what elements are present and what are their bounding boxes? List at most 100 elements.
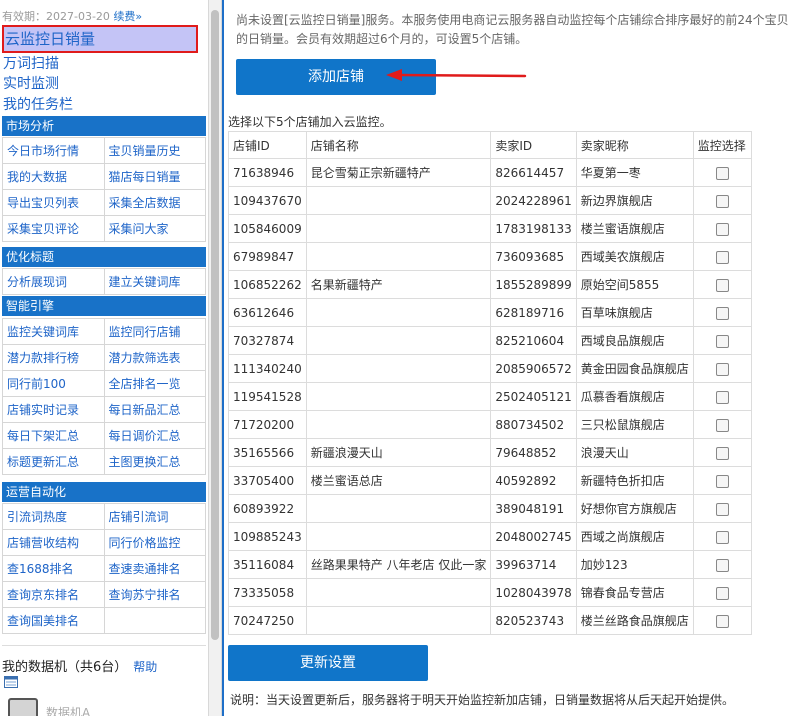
update-settings-button[interactable]: 更新设置 [228, 645, 428, 681]
renew-link[interactable]: 续费» [113, 10, 142, 23]
cell-monitor-select [692, 606, 752, 635]
menu-item[interactable]: 采集宝贝评论 [2, 215, 105, 242]
selection-hint: 选择以下5个店铺加入云监控。 [228, 115, 392, 129]
sidebar-scrollbar[interactable] [208, 0, 222, 716]
header-monitor-select: 监控选择 [692, 131, 752, 159]
cell-seller-nick: 楼兰蜜语旗舰店 [575, 214, 694, 243]
menu-item[interactable]: 猫店每日销量 [103, 163, 206, 190]
monitor-checkbox[interactable] [715, 194, 729, 208]
header-seller-nick: 卖家昵称 [575, 131, 694, 159]
menu-item[interactable]: 每日新品汇总 [103, 396, 206, 423]
monitor-checkbox[interactable] [715, 530, 729, 544]
footnote: 说明：当天设置更新后，服务器将于明天开始监控新加店铺，日销量数据将从后天起开始提… [230, 693, 735, 707]
cell-seller-id: 826614457 [490, 158, 577, 187]
menu-item[interactable]: 引流词热度 [2, 503, 105, 530]
sidebar-link-keyword-scan[interactable]: 万词扫描 [3, 53, 59, 73]
menu-item[interactable]: 宝贝销量历史 [103, 137, 206, 164]
menu-item[interactable]: 今日市场行情 [2, 137, 105, 164]
monitor-checkbox[interactable] [715, 390, 729, 404]
monitor-checkbox[interactable] [715, 418, 729, 432]
cell-seller-nick: 浪漫天山 [575, 438, 694, 467]
monitor-checkbox[interactable] [715, 446, 729, 460]
monitor-checkbox[interactable] [715, 306, 729, 320]
menu-item[interactable]: 建立关键词库 [103, 268, 206, 295]
menu-item[interactable]: 导出宝贝列表 [2, 189, 105, 216]
cell-seller-nick: 新疆特色折扣店 [575, 466, 694, 495]
cell-shop-name [305, 242, 492, 271]
menu-item[interactable]: 同行价格监控 [103, 529, 206, 556]
table-row: 71638946 昆仑雪菊正宗新疆特产 826614457 华夏第一枣 [228, 158, 752, 187]
menu-item[interactable]: 主图更换汇总 [103, 448, 206, 475]
cell-shop-id: 70247250 [228, 606, 307, 635]
menu-item[interactable]: 采集全店数据 [103, 189, 206, 216]
menu-item[interactable]: 店铺实时记录 [2, 396, 105, 423]
menu-item[interactable]: 查询京东排名 [2, 581, 105, 608]
menu-item[interactable]: 查速卖通排名 [103, 555, 206, 582]
menu-item[interactable]: 每日下架汇总 [2, 422, 105, 449]
monitor-checkbox[interactable] [715, 614, 729, 628]
monitor-checkbox[interactable] [715, 474, 729, 488]
expiry-info: 有效期：2027-03-20 续费» [2, 8, 142, 24]
cell-seller-id: 628189716 [490, 298, 577, 327]
data-machine-icon[interactable] [8, 698, 38, 716]
monitor-checkbox[interactable] [715, 166, 729, 180]
cell-seller-nick: 西域之尚旗舰店 [575, 522, 694, 551]
cell-monitor-select [692, 438, 752, 467]
sidebar-item-cloud-daily-sales[interactable]: 云监控日销量 [2, 25, 198, 53]
sidebar-link-my-taskbar[interactable]: 我的任务栏 [3, 94, 73, 114]
menu-item[interactable]: 采集问大家 [103, 215, 206, 242]
header-shop-name: 店铺名称 [305, 131, 492, 159]
cell-seller-nick: 黄金田园食品旗舰店 [575, 354, 694, 383]
menu-item[interactable]: 监控关键词库 [2, 318, 105, 345]
menu-item[interactable]: 潜力款筛选表 [103, 344, 206, 371]
cell-seller-id: 79648852 [490, 438, 577, 467]
table-row: 105846009 1783198133 楼兰蜜语旗舰店 [228, 214, 752, 243]
monitor-checkbox[interactable] [715, 502, 729, 516]
cell-monitor-select [692, 522, 752, 551]
menu-item[interactable]: 同行前100 [2, 370, 105, 397]
monitor-checkbox[interactable] [715, 334, 729, 348]
cell-shop-id: 60893922 [228, 494, 307, 523]
menu-item[interactable]: 我的大数据 [2, 163, 105, 190]
help-link[interactable]: 帮助 [133, 660, 157, 674]
table-row: 111340240 2085906572 黄金田园食品旗舰店 [228, 354, 752, 383]
calendar-icon[interactable] [4, 676, 18, 688]
cell-seller-nick: 新边界旗舰店 [575, 186, 694, 215]
menu-item[interactable]: 标题更新汇总 [2, 448, 105, 475]
scrollbar-thumb[interactable] [211, 10, 219, 640]
menu-item[interactable]: 查1688排名 [2, 555, 105, 582]
monitor-checkbox[interactable] [715, 250, 729, 264]
cell-shop-id: 67989847 [228, 242, 307, 271]
divider [2, 645, 206, 646]
cell-shop-id: 35165566 [228, 438, 307, 467]
cell-seller-nick: 楼兰丝路食品旗舰店 [575, 606, 694, 635]
table-row: 33705400 楼兰蜜语总店 40592892 新疆特色折扣店 [228, 466, 752, 495]
cell-shop-id: 109885243 [228, 522, 307, 551]
menu-item[interactable]: 全店排名一览 [103, 370, 206, 397]
menu-item[interactable]: 分析展现词 [2, 268, 105, 295]
menu-item[interactable]: 每日调价汇总 [103, 422, 206, 449]
menu-item[interactable]: 查询苏宁排名 [103, 581, 206, 608]
table-row: 70327874 825210604 西域良品旗舰店 [228, 326, 752, 355]
menu-item[interactable]: 监控同行店铺 [103, 318, 206, 345]
monitor-checkbox[interactable] [715, 558, 729, 572]
cell-shop-id: 71720200 [228, 410, 307, 439]
monitor-checkbox[interactable] [715, 586, 729, 600]
cell-monitor-select [692, 326, 752, 355]
monitor-checkbox[interactable] [715, 362, 729, 376]
header-seller-id: 卖家ID [490, 131, 577, 159]
menu-item[interactable]: 店铺引流词 [103, 503, 206, 530]
cell-monitor-select [692, 410, 752, 439]
monitor-checkbox[interactable] [715, 278, 729, 292]
monitor-checkbox[interactable] [715, 222, 729, 236]
sidebar-link-realtime-monitor[interactable]: 实时监测 [3, 73, 59, 93]
table-row: 35116084 丝路果果特产 八年老店 仅此一家 39963714 加妙123 [228, 550, 752, 579]
cell-shop-name: 丝路果果特产 八年老店 仅此一家 [305, 550, 492, 579]
menu-item-empty [103, 607, 206, 634]
cell-shop-name: 新疆浪漫天山 [305, 438, 492, 467]
cell-shop-id: 71638946 [228, 158, 307, 187]
data-machine-label[interactable]: 数据机A [46, 704, 90, 716]
menu-item[interactable]: 店铺营收结构 [2, 529, 105, 556]
menu-item[interactable]: 潜力款排行榜 [2, 344, 105, 371]
menu-item[interactable]: 查询国美排名 [2, 607, 105, 634]
